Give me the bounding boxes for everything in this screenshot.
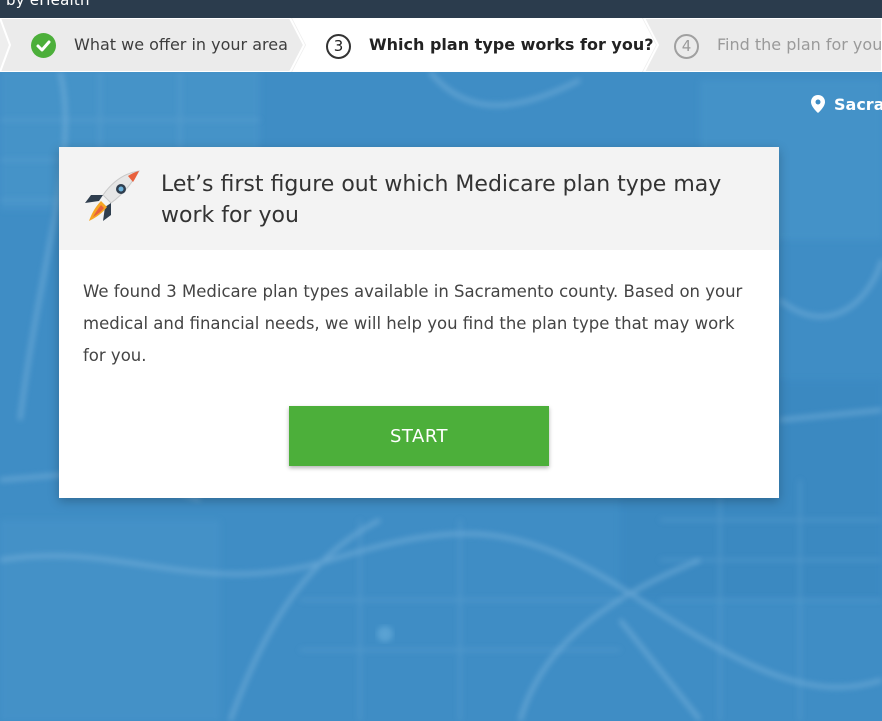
step-complete-check-icon xyxy=(31,33,56,58)
step-number-active: 3 xyxy=(326,34,351,59)
start-button[interactable]: START xyxy=(289,406,549,466)
step-which-plan-type: Which plan type works for you? xyxy=(369,35,654,54)
plan-type-intro-card: Let’s first figure out which Medicare pl… xyxy=(59,147,779,498)
step-find-the-plan: Find the plan for you xyxy=(717,35,882,54)
map-pin-icon xyxy=(811,95,825,113)
top-header: by eHealth xyxy=(0,0,882,18)
card-header: Let’s first figure out which Medicare pl… xyxy=(59,147,779,250)
card-title: Let’s first figure out which Medicare pl… xyxy=(161,172,722,228)
step-what-we-offer[interactable]: What we offer in your area xyxy=(74,35,288,54)
progress-steps: What we offer in your area 3 Which plan … xyxy=(0,18,882,72)
rocket-icon xyxy=(85,170,140,221)
brand-tagline: by eHealth xyxy=(6,0,90,9)
location-name: Sacra xyxy=(834,95,882,114)
card-description: We found 3 Medicare plan types available… xyxy=(83,282,743,365)
step-number-upcoming: 4 xyxy=(674,34,699,59)
